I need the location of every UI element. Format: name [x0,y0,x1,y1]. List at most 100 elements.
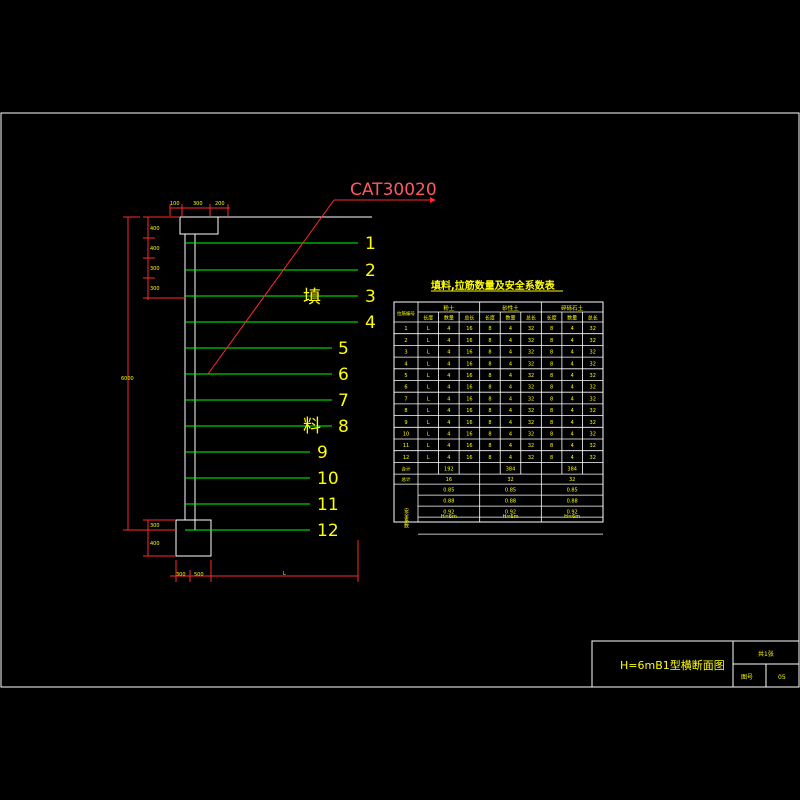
callout: CAT30020 [207,180,437,375]
fill-char-1: 填 [303,287,321,308]
table-cell: 8 [550,408,553,414]
table-cell: 12 [403,455,409,461]
reinforcement-label: 11 [317,495,339,515]
table-cell: 4 [509,396,512,402]
dim-left-4: 300 [150,286,160,292]
table-cell: 8 [488,396,491,402]
table-cell: 32 [590,432,596,438]
dim-top-1: 100 [170,201,180,207]
table-cell: 4 [447,385,450,391]
table-subheader: 长度 [547,315,557,322]
table-factor-cell: 0.88 [567,499,578,505]
table-texts: 拉筋编号粉土长度 数量 总长砂性土长度 数量 总长碎砾石土长度 数量 总长1 L 4 16 8 4 32… [397,304,598,530]
table-cell: 8 [550,396,553,402]
table-cell: 16 [466,420,472,426]
table-cell: L [427,455,430,461]
table-cell: L [427,350,430,356]
table-cell: 16 [466,455,472,461]
table-subheader: 数量 [567,315,577,322]
quantity-table: 填料,拉筋数量及安全系数表 拉筋编号粉土长度 数量 总长砂性土长度 数量 总长碎砾石土长… [393,279,604,535]
table-total-cell: 384 [506,467,516,473]
table-cell: 4 [509,432,512,438]
table-cell: L [427,385,430,391]
table-cell: 4 [447,432,450,438]
table-title: 填料,拉筋数量及安全系数表 [431,279,556,292]
table-cell: L [427,338,430,344]
table-cell: 32 [528,455,534,461]
table-cell: 8 [488,326,491,332]
table-cell: 4 [509,455,512,461]
table-subheader: 总长 [526,315,536,322]
dim-left-3: 300 [150,266,160,272]
dim-left-bottom-2: 400 [150,541,160,547]
table-group-header: 粉土 [443,304,455,312]
table-cell: 5 [404,373,407,379]
table-cell: 8 [550,443,553,449]
table-cell: 16 [466,361,472,367]
table-cell: 4 [509,385,512,391]
reinforcement-label: 9 [317,443,328,463]
table-cell: 4 [571,338,574,344]
table-bottom-cell: H=6m [564,514,580,520]
table-cell: 8 [550,432,553,438]
table-cell: 4 [571,408,574,414]
table-cell: 32 [590,455,596,461]
reinforcement-label: 3 [365,287,376,307]
table-cell: 8 [488,443,491,449]
table-cell: 8 [550,338,553,344]
dim-left-bottom-1: 300 [150,523,160,529]
table-cell: 4 [509,408,512,414]
dim-top-3: 200 [215,201,225,207]
drawing-number-label: 图号 [741,674,753,681]
table-cell: 32 [590,396,596,402]
table-cell: L [427,373,430,379]
table-cell: 8 [550,350,553,356]
table-cell: 4 [447,350,450,356]
table-factor-cell: 0.85 [443,488,454,494]
reinforcement-label: 1 [365,234,376,254]
reinforcement-label: 5 [338,339,349,359]
dim-left-total: 6000 [121,376,134,382]
table-cell: 8 [550,420,553,426]
table-group-header: 碎砾石土 [561,304,584,312]
top-cap [179,216,219,235]
table-factor-cell: 0.88 [505,499,516,505]
table-cell: 4 [447,455,450,461]
table-cell: 16 [466,326,472,332]
reinforcement-labels: 123456789101112 [317,234,376,541]
table-cell: 8 [550,385,553,391]
table-cell: 4 [447,361,450,367]
table-cell: 7 [404,396,407,402]
table-cell: 8 [488,408,491,414]
dim-left-1: 400 [150,226,160,232]
table-cell: 16 [466,443,472,449]
wall-section [175,216,372,557]
dim-bottom-2: 500 [194,572,204,578]
table-cell: L [427,420,430,426]
table-cell: 16 [466,385,472,391]
table-cell: 8 [488,455,491,461]
table-cell: 9 [404,420,407,426]
table-cell: 32 [590,338,596,344]
table-cell: 4 [571,432,574,438]
table-cell: 32 [528,396,534,402]
table-cell: 16 [466,373,472,379]
table-cell: 10 [403,432,409,438]
table-cell: 4 [447,420,450,426]
table-cell: 6 [404,385,407,391]
fill-char-2: 料 [303,416,321,437]
table-cell: 11 [403,443,409,449]
table-cell: 32 [528,350,534,356]
table-cell: 32 [528,361,534,367]
dim-left-2: 400 [150,246,160,252]
table-cell: L [427,396,430,402]
table-cell: 4 [571,396,574,402]
table-cell: 8 [488,338,491,344]
table-cell: 16 [466,396,472,402]
table-cell: 4 [571,385,574,391]
table-cell: 32 [590,443,596,449]
table-bottom-cell: H=6m [502,514,518,520]
table-cell: L [427,361,430,367]
table-cell: 32 [528,432,534,438]
table-cell: 3 [404,350,407,356]
